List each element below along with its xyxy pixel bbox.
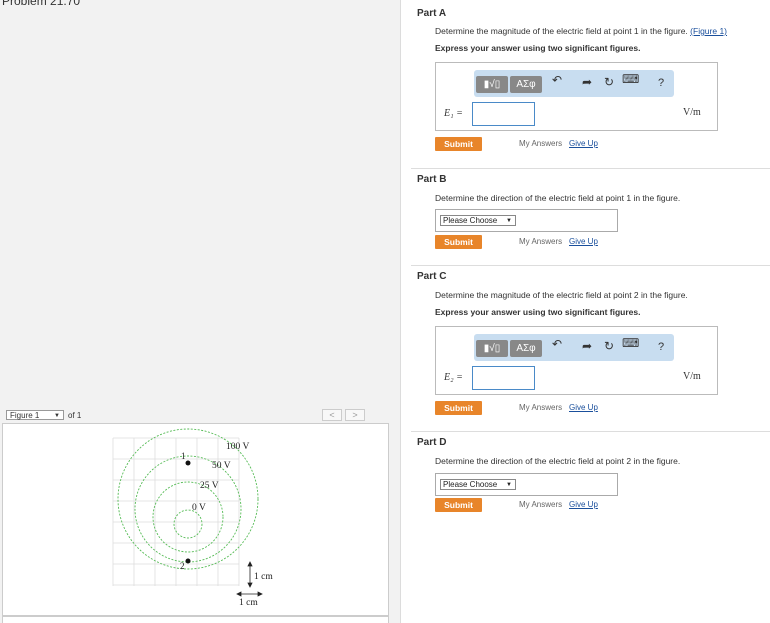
label-0v: 0 V [192,503,206,513]
part-a-instruction: Express your answer using two significan… [435,43,641,53]
e2-unit: V/m [683,371,701,382]
figure-panel-footer [2,616,389,623]
math-toolbar: ▮√▯ ΑΣφ ↶ ➦ ↻ ⌨ ? [474,334,674,361]
e2-label: E₂ = [444,372,463,383]
greek-symbols-button[interactable]: ΑΣφ [510,76,542,93]
help-icon[interactable]: ? [658,341,664,353]
part-d-question: Determine the direction of the electric … [435,456,681,466]
e1-label: E₁ = [444,108,463,119]
divider [411,168,770,169]
part-d-give-up[interactable]: Give Up [569,500,598,509]
math-toolbar: ▮√▯ ΑΣφ ↶ ➦ ↻ ⌨ ? [474,70,674,97]
part-d-title: Part D [417,437,447,448]
divider [411,265,770,266]
part-a-give-up[interactable]: Give Up [569,139,598,148]
templates-button[interactable]: ▮√▯ [476,76,508,93]
part-c-instruction: Express your answer using two significan… [435,307,641,317]
reset-icon[interactable]: ↻ [604,75,614,89]
part-d-dropdown-box: Please Choose ▼ [435,473,618,496]
part-a-title: Part A [417,8,447,19]
scale-label-vertical: 1 cm [254,572,273,582]
point-2-label: 2 [180,561,185,571]
part-b-title: Part B [417,174,447,185]
reset-icon[interactable]: ↻ [604,339,614,353]
scale-bar-vertical [247,561,253,588]
part-c-submit-button[interactable]: Submit [435,401,482,415]
part-b-submit-button[interactable]: Submit [435,235,482,249]
chevron-down-icon: ▼ [54,413,60,419]
undo-icon[interactable]: ↶ [552,337,562,351]
e1-unit: V/m [683,107,701,118]
label-100v: 100 V [226,442,249,452]
figure-select[interactable]: Figure 1 ▼ [6,410,64,420]
part-c-give-up[interactable]: Give Up [569,403,598,412]
equipotential-0v [173,509,203,539]
part-a-question-text: Determine the magnitude of the electric … [435,26,688,36]
point-1-label: 1 [181,451,186,461]
problem-title: Problem 21.70 [2,0,81,8]
redo-icon[interactable]: ➦ [582,339,592,353]
label-25v: 25 V [200,481,219,491]
figure-panel: 1 2 100 V 50 V 25 V 0 V 1 cm 1 cm [2,423,389,616]
undo-icon[interactable]: ↶ [552,73,562,87]
part-a-my-answers[interactable]: My Answers [519,139,562,148]
figure-count: of 1 [68,411,82,420]
equipotential-figure: 1 2 100 V 50 V 25 V 0 V 1 cm 1 cm [112,428,273,608]
equipotential-50v [134,455,242,563]
part-a-submit-button[interactable]: Submit [435,137,482,151]
part-c-my-answers[interactable]: My Answers [519,403,562,412]
part-c-question: Determine the magnitude of the electric … [435,290,688,300]
next-figure-button[interactable]: > [345,409,365,421]
chevron-down-icon: ▼ [506,218,512,224]
label-50v: 50 V [212,461,231,471]
part-b-give-up[interactable]: Give Up [569,237,598,246]
part-d-submit-button[interactable]: Submit [435,498,482,512]
part-b-select-value: Please Choose [443,216,498,225]
part-d-select-value: Please Choose [443,480,498,489]
divider [411,431,770,432]
redo-icon[interactable]: ➦ [582,75,592,89]
figure-link[interactable]: (Figure 1) [690,26,727,36]
e1-input[interactable] [472,102,535,126]
figure-pane: Problem 21.70 Figure 1 ▼ of 1 < > 1 2 10… [0,0,401,623]
part-c-title: Part C [417,271,447,282]
greek-symbols-button[interactable]: ΑΣφ [510,340,542,357]
part-a-answer-box: ▮√▯ ΑΣφ ↶ ➦ ↻ ⌨ ? E₁ = V/m [435,62,718,131]
equipotential-25v [152,481,224,553]
scale-label-horizontal: 1 cm [239,598,258,608]
point-1-marker [185,460,191,466]
part-b-question: Determine the direction of the electric … [435,193,681,203]
chevron-down-icon: ▼ [506,482,512,488]
questions-pane: Part A Determine the magnitude of the el… [401,0,770,623]
part-a-question: Determine the magnitude of the electric … [435,26,727,36]
prev-figure-button[interactable]: < [322,409,342,421]
help-icon[interactable]: ? [658,77,664,89]
part-d-my-answers[interactable]: My Answers [519,500,562,509]
figure-toolbar: Figure 1 ▼ of 1 < > [4,409,390,423]
part-c-answer-box: ▮√▯ ΑΣφ ↶ ➦ ↻ ⌨ ? E₂ = V/m [435,326,718,395]
part-b-my-answers[interactable]: My Answers [519,237,562,246]
keyboard-icon[interactable]: ⌨ [622,72,639,86]
part-b-dropdown-box: Please Choose ▼ [435,209,618,232]
point-2-marker [185,558,191,564]
templates-button[interactable]: ▮√▯ [476,340,508,357]
part-b-direction-select[interactable]: Please Choose ▼ [440,215,516,226]
part-d-direction-select[interactable]: Please Choose ▼ [440,479,516,490]
keyboard-icon[interactable]: ⌨ [622,336,639,350]
scale-bar-horizontal [236,591,263,597]
e2-input[interactable] [472,366,535,390]
figure-select-value: Figure 1 [10,411,40,420]
